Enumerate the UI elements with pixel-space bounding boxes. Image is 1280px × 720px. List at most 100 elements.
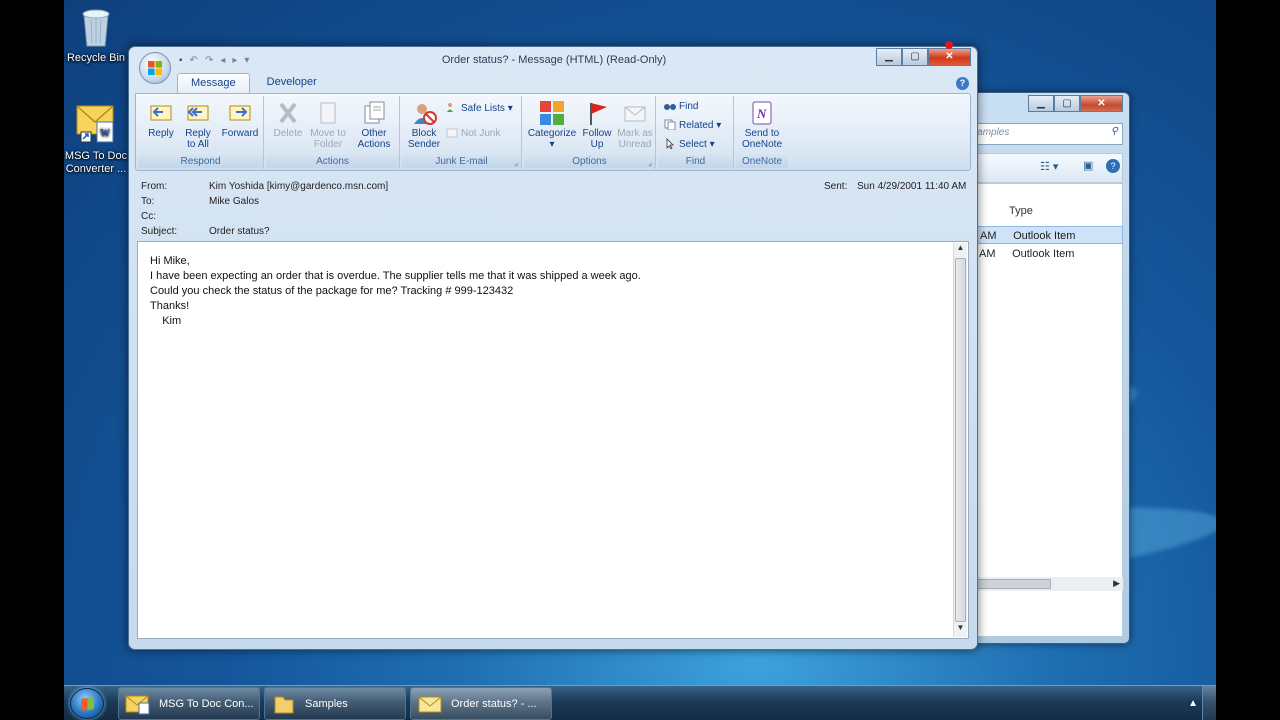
group-label-find: Find: [658, 155, 733, 168]
ribbon-tabs: Message Developer: [177, 73, 330, 93]
window-title: Order status? - Message (HTML) (Read-Onl…: [441, 54, 667, 66]
taskbar-button-msg-to-doc[interactable]: MSG To Doc Con...: [118, 687, 260, 720]
body-line: Thanks!: [150, 300, 190, 312]
safe-lists-button[interactable]: Safe Lists ▾: [446, 102, 513, 114]
vertical-scrollbar[interactable]: ▲ ▼: [953, 243, 967, 637]
select-arrow-icon: [666, 138, 674, 149]
msg-to-doc-converter-icon: W: [76, 105, 114, 143]
tab-message[interactable]: Message: [177, 73, 250, 93]
minimize-button[interactable]: ▁: [1028, 95, 1054, 112]
other-actions-icon: [364, 101, 385, 124]
close-button[interactable]: ✕: [928, 48, 971, 66]
scroll-up-icon[interactable]: ▲: [954, 243, 967, 257]
scrollbar-thumb[interactable]: [955, 258, 966, 622]
forward-icon: [229, 105, 251, 121]
taskbar-button-samples[interactable]: Samples: [264, 687, 406, 720]
desktop: Recycle Bin W MSG To Doc Converter ... ▁…: [64, 0, 1216, 685]
recycle-bin-desktop-icon[interactable]: Recycle Bin: [64, 6, 132, 65]
maximize-button[interactable]: ▢: [1054, 95, 1080, 112]
move-to-folder-button[interactable]: Move to Folder: [308, 100, 348, 150]
column-header-type[interactable]: Type: [1009, 205, 1033, 217]
group-find: Find Related ▾ Select ▾ Find: [658, 96, 734, 169]
dialog-launcher-icon[interactable]: ⌟: [648, 158, 652, 167]
file-row[interactable]: AM Outlook Item: [975, 226, 1123, 244]
find-binoculars-icon: [664, 104, 676, 110]
delete-button[interactable]: Delete: [270, 100, 306, 139]
folder-icon: [274, 696, 294, 714]
move-to-folder-icon: [320, 102, 336, 124]
group-options: Categorize ▾ Follow Up Mark as Unread Op…: [524, 96, 656, 169]
group-label-junk-email: Junk E-mail: [402, 155, 521, 168]
taskbar-button-label: Samples: [305, 698, 348, 710]
message-headers: From: Kim Yoshida [kimy@gardenco.msn.com…: [139, 179, 969, 241]
reply-all-button[interactable]: Reply to All: [180, 100, 216, 150]
find-button[interactable]: Find: [664, 100, 698, 112]
subject-label: Subject:: [141, 226, 178, 237]
file-row[interactable]: AM Outlook Item: [975, 245, 1123, 263]
onenote-icon: N: [752, 101, 772, 125]
scrollbar-thumb[interactable]: [975, 579, 1051, 589]
close-button[interactable]: ✕: [1080, 95, 1123, 112]
views-icon[interactable]: ☷ ▾: [1040, 160, 1058, 173]
show-desktop-button[interactable]: [1202, 686, 1216, 720]
scroll-down-icon[interactable]: ▼: [954, 623, 967, 637]
file-type: Outlook Item: [1012, 248, 1075, 260]
reply-icon: [150, 105, 172, 121]
file-time: AM: [979, 248, 996, 260]
body-line: I have been expecting an order that is o…: [150, 270, 641, 282]
taskbar-button-order-status[interactable]: Order status? - ...: [410, 687, 552, 720]
message-body[interactable]: Hi Mike, I have been expecting an order …: [137, 241, 969, 639]
related-button[interactable]: Related ▾: [664, 119, 721, 131]
ribbon: Reply Reply to All Forward Respond Delet…: [135, 93, 971, 171]
follow-up-flag-icon: [590, 103, 607, 125]
group-label-options: Options: [524, 155, 655, 168]
group-label-actions: Actions: [266, 155, 399, 168]
categorize-button[interactable]: Categorize ▾: [526, 100, 578, 150]
mark-as-unread-button[interactable]: Mark as Unread: [616, 100, 654, 150]
not-junk-button[interactable]: Not Junk: [446, 127, 500, 139]
reply-all-icon: [187, 105, 209, 121]
file-time: AM: [980, 230, 997, 242]
from-value[interactable]: Kim Yoshida [kimy@gardenco.msn.com]: [209, 181, 388, 192]
group-respond: Reply Reply to All Forward Respond: [138, 96, 264, 169]
body-line: Could you check the status of the packag…: [150, 285, 514, 297]
cc-label: Cc:: [141, 211, 156, 222]
related-icon: [664, 119, 676, 130]
follow-up-button[interactable]: Follow Up: [580, 100, 614, 150]
mail-message-icon: [418, 696, 442, 713]
help-icon[interactable]: ?: [1106, 159, 1120, 173]
taskbar: MSG To Doc Con... Samples Order status? …: [64, 685, 1216, 720]
delete-icon: [279, 102, 297, 124]
message-window[interactable]: ▪ ↶ ↷ ◂ ▸ ▾ Order status? - Message (HTM…: [128, 41, 978, 650]
msg-to-doc-converter-desktop-icon[interactable]: W MSG To Doc Converter ...: [64, 102, 132, 176]
scroll-right-icon[interactable]: ▶: [1113, 578, 1120, 589]
group-actions: Delete Move to Folder Other Actions Acti…: [266, 96, 400, 169]
maximize-button[interactable]: ▢: [902, 48, 928, 66]
tab-developer[interactable]: Developer: [254, 73, 330, 93]
send-to-onenote-button[interactable]: N Send to OneNote: [738, 100, 786, 150]
to-label: To:: [141, 196, 155, 207]
safe-lists-icon: [447, 103, 453, 112]
msg-to-doc-converter-icon: [125, 695, 150, 715]
help-icon[interactable]: ?: [956, 77, 969, 90]
reply-button[interactable]: Reply: [144, 100, 178, 139]
other-actions-button[interactable]: Other Actions: [352, 100, 396, 150]
svg-text:W: W: [100, 128, 110, 139]
preview-pane-icon[interactable]: ▣: [1083, 159, 1093, 172]
windows-logo-icon: [81, 697, 94, 711]
dialog-launcher-icon[interactable]: ⌟: [514, 158, 518, 167]
show-hidden-icons-icon[interactable]: ▲: [1188, 698, 1198, 709]
block-sender-button[interactable]: Block Sender: [406, 100, 442, 150]
block-sender-icon: [414, 104, 437, 125]
horizontal-scrollbar[interactable]: ▶: [975, 577, 1123, 591]
select-button[interactable]: Select ▾: [664, 138, 715, 150]
sent-value: Sun 4/29/2001 11:40 AM: [857, 181, 967, 192]
forward-button[interactable]: Forward: [220, 100, 260, 139]
sent-label: Sent:: [824, 181, 848, 192]
start-button[interactable]: [70, 688, 104, 719]
categorize-icon: [540, 101, 564, 125]
to-value[interactable]: Mike Galos: [209, 196, 259, 207]
explorer-window-buttons: ▁ ▢ ✕: [1028, 95, 1123, 112]
mark-as-unread-icon: [624, 106, 646, 122]
minimize-button[interactable]: ▁: [876, 48, 902, 66]
